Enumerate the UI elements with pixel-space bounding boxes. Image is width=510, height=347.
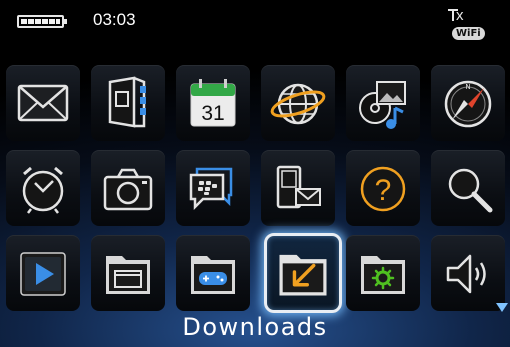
maps-app[interactable]: N xyxy=(431,65,505,141)
wifi-badge: WiFi xyxy=(452,27,485,40)
svg-text:?: ? xyxy=(375,174,392,207)
signal-indicator: x xyxy=(448,7,465,24)
games-folder[interactable] xyxy=(176,235,250,311)
downloads-folder-icon xyxy=(279,254,327,296)
sound-profile-icon xyxy=(446,254,486,294)
calendar-app[interactable]: 31 xyxy=(176,65,250,141)
camera-app[interactable] xyxy=(91,150,165,226)
folder-icon xyxy=(106,256,150,294)
browser-icon xyxy=(270,83,326,125)
help-app[interactable]: ? xyxy=(346,150,420,226)
home-screen: 03:03 x WiFi 31 N ? Downloads xyxy=(0,0,510,347)
sms-mms-icon xyxy=(276,165,321,209)
contacts-app[interactable] xyxy=(91,65,165,141)
applications-folder[interactable] xyxy=(91,235,165,311)
search-icon xyxy=(448,168,493,213)
svg-text:N: N xyxy=(465,83,470,91)
media-icon xyxy=(359,81,406,129)
bbm-icon xyxy=(189,167,233,211)
calendar-day: 31 xyxy=(201,102,224,125)
sound-profiles-app[interactable] xyxy=(431,235,505,311)
help-icon: ? xyxy=(360,166,406,212)
text-messages-app[interactable] xyxy=(261,150,335,226)
scroll-down-indicator[interactable] xyxy=(496,303,508,312)
status-clock: 03:03 xyxy=(93,10,136,29)
bbm-app[interactable] xyxy=(176,150,250,226)
messages-app[interactable] xyxy=(6,65,80,141)
clock-app[interactable] xyxy=(6,150,80,226)
messages-icon xyxy=(17,84,69,122)
contacts-icon xyxy=(108,76,146,128)
settings-folder[interactable] xyxy=(346,235,420,311)
videos-app[interactable] xyxy=(6,235,80,311)
settings-folder-icon xyxy=(361,256,405,294)
browser-app[interactable] xyxy=(261,65,335,141)
antenna-icon xyxy=(448,9,458,21)
clock-icon xyxy=(22,166,64,214)
downloads-folder[interactable] xyxy=(264,233,342,313)
selected-app-name: Downloads xyxy=(182,313,328,341)
compass-icon: N xyxy=(444,80,492,128)
calendar-icon: 31 xyxy=(190,79,236,127)
video-player-icon xyxy=(20,252,66,296)
selected-app-label: Downloads xyxy=(0,308,510,347)
media-app[interactable] xyxy=(346,65,420,141)
status-bar: 03:03 x WiFi xyxy=(0,0,510,58)
battery-icon xyxy=(17,15,67,28)
games-folder-icon xyxy=(191,256,235,294)
camera-icon xyxy=(103,168,153,211)
search-app[interactable] xyxy=(431,150,505,226)
